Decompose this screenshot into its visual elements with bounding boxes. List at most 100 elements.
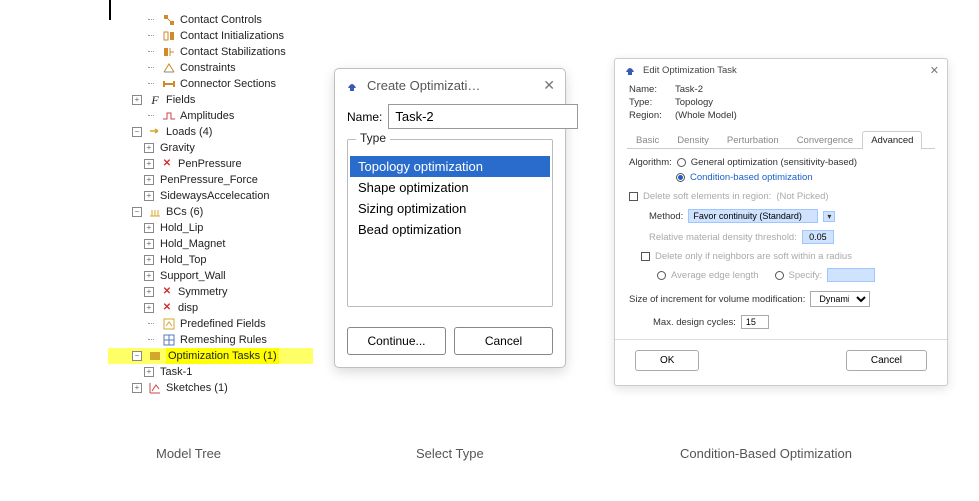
radio-specify[interactable] [775, 271, 784, 280]
tree-item-contact-controls[interactable]: Contact Controls [108, 12, 313, 28]
tree-item-hold-magnet[interactable]: + Hold_Magnet [108, 236, 313, 252]
expand-toggle[interactable]: + [144, 367, 154, 377]
init-icon [162, 29, 176, 43]
tree-item-predef-fields[interactable]: Predefined Fields [108, 316, 313, 332]
name-label: Name: [347, 110, 382, 124]
tree-item-task1[interactable]: + Task-1 [108, 364, 313, 380]
tab-convergence[interactable]: Convergence [788, 131, 863, 149]
tree-connector [144, 79, 158, 89]
rel-dens-input[interactable] [802, 230, 834, 244]
expand-toggle[interactable]: + [132, 95, 142, 105]
tree-connector [144, 47, 158, 57]
tree-item-hold-lip[interactable]: + Hold_Lip [108, 220, 313, 236]
tree-item-remesh-rules[interactable]: Remeshing Rules [108, 332, 313, 348]
tree-item-amplitudes[interactable]: Amplitudes [108, 108, 313, 124]
tree-label: Sketches (1) [166, 380, 228, 396]
delete-neighbors-label: Delete only if neighbors are soft within… [655, 251, 852, 262]
expand-toggle[interactable]: + [144, 287, 154, 297]
tree-item-contact-stab[interactable]: Contact Stabilizations [108, 44, 313, 60]
tree-item-support-wall[interactable]: + Support_Wall [108, 268, 313, 284]
collapse-toggle[interactable]: − [132, 351, 142, 361]
continue-button[interactable]: Continue... [347, 327, 446, 355]
close-icon[interactable]: ✕ [930, 64, 939, 77]
dropdown-icon[interactable]: ▾ [823, 211, 835, 222]
edit-optimization-dialog: Edit Optimization Task ✕ Name:Task-2 Typ… [614, 58, 948, 386]
tree-label: Contact Controls [180, 12, 262, 28]
expand-toggle[interactable]: + [144, 223, 154, 233]
caption-create: Select Type [416, 446, 484, 461]
tree-connector [144, 319, 158, 329]
tabbar: Basic Density Perturbation Convergence A… [627, 130, 935, 149]
tree-item-constraints[interactable]: Constraints [108, 60, 313, 76]
tree-label: Loads (4) [166, 124, 212, 140]
name-input[interactable] [388, 104, 578, 129]
stab-icon [162, 45, 176, 59]
name-value: Task-2 [675, 84, 703, 95]
tree-item-loads[interactable]: − Loads (4) [108, 124, 313, 140]
ok-button[interactable]: OK [635, 350, 699, 371]
tab-basic[interactable]: Basic [627, 131, 668, 149]
checkbox-delete-neighbors[interactable] [641, 252, 650, 261]
dialog-titlebar[interactable]: Edit Optimization Task ✕ [615, 59, 947, 81]
tree-label: Constraints [180, 60, 236, 76]
tree-label: Contact Stabilizations [180, 44, 286, 60]
type-label: Type [356, 131, 390, 145]
tab-advanced[interactable]: Advanced [862, 131, 922, 149]
cancel-button[interactable]: Cancel [454, 327, 553, 355]
type-option-bead[interactable]: Bead optimization [350, 219, 550, 240]
tree-item-symmetry[interactable]: + ✕ Symmetry [108, 284, 313, 300]
type-key: Type: [629, 97, 669, 108]
tab-perturbation[interactable]: Perturbation [718, 131, 788, 149]
caption-edit: Condition-Based Optimization [680, 446, 852, 461]
tree-label: Connector Sections [180, 76, 276, 92]
expand-toggle[interactable]: + [144, 143, 154, 153]
tree-item-penpressure-force[interactable]: + PenPressure_Force [108, 172, 313, 188]
specify-input[interactable] [827, 268, 875, 282]
collapse-toggle[interactable]: − [132, 127, 142, 137]
radio-avg-edge[interactable] [657, 271, 666, 280]
sketch-icon [148, 381, 162, 395]
expand-toggle[interactable]: + [144, 255, 154, 265]
incr-select[interactable]: Dynamic [810, 291, 870, 307]
tree-item-connector-sections[interactable]: Connector Sections [108, 76, 313, 92]
tree-connector [144, 335, 158, 345]
tree-item-fields[interactable]: + F Fields [108, 92, 313, 108]
tree-item-penpressure[interactable]: + ✕ PenPressure [108, 156, 313, 172]
tree-item-sketches[interactable]: + Sketches (1) [108, 380, 313, 396]
tree-label: disp [178, 300, 198, 316]
expand-toggle[interactable]: + [144, 159, 154, 169]
tree-item-opt-tasks[interactable]: − Optimization Tasks (1) [108, 348, 313, 364]
tab-density[interactable]: Density [668, 131, 718, 149]
predef-icon [162, 317, 176, 331]
incr-label: Size of increment for volume modificatio… [629, 294, 805, 305]
cancel-button[interactable]: Cancel [846, 350, 927, 371]
expand-toggle[interactable]: + [144, 239, 154, 249]
tree-item-contact-init[interactable]: Contact Initializations [108, 28, 313, 44]
checkbox-delete-soft[interactable] [629, 192, 638, 201]
type-option-topology[interactable]: Topology optimization [350, 156, 550, 177]
expand-toggle[interactable]: + [144, 175, 154, 185]
opt-icon [148, 349, 162, 363]
expand-toggle[interactable]: + [144, 271, 154, 281]
tree-item-gravity[interactable]: + Gravity [108, 140, 313, 156]
rel-dens-label: Relative material density threshold: [649, 232, 797, 243]
type-option-sizing[interactable]: Sizing optimization [350, 198, 550, 219]
type-option-shape[interactable]: Shape optimization [350, 177, 550, 198]
max-cycles-label: Max. design cycles: [653, 317, 736, 328]
tree-item-disp[interactable]: + ✕ disp [108, 300, 313, 316]
method-select[interactable] [688, 209, 818, 223]
tree-label: Task-1 [160, 364, 192, 380]
collapse-toggle[interactable]: − [132, 207, 142, 217]
max-cycles-input[interactable] [741, 315, 769, 329]
tree-label: BCs (6) [166, 204, 203, 220]
expand-toggle[interactable]: + [144, 191, 154, 201]
expand-toggle[interactable]: + [132, 383, 142, 393]
tree-item-bcs[interactable]: − BCs (6) [108, 204, 313, 220]
expand-toggle[interactable]: + [144, 303, 154, 313]
close-icon[interactable]: ✕ [543, 77, 555, 94]
dialog-titlebar[interactable]: Create Optimizati… ✕ [335, 69, 565, 100]
tree-item-hold-top[interactable]: + Hold_Top [108, 252, 313, 268]
radio-general[interactable] [677, 158, 686, 167]
tree-item-side-accel[interactable]: + SidewaysAccelecation [108, 188, 313, 204]
radio-condition[interactable] [676, 173, 685, 182]
